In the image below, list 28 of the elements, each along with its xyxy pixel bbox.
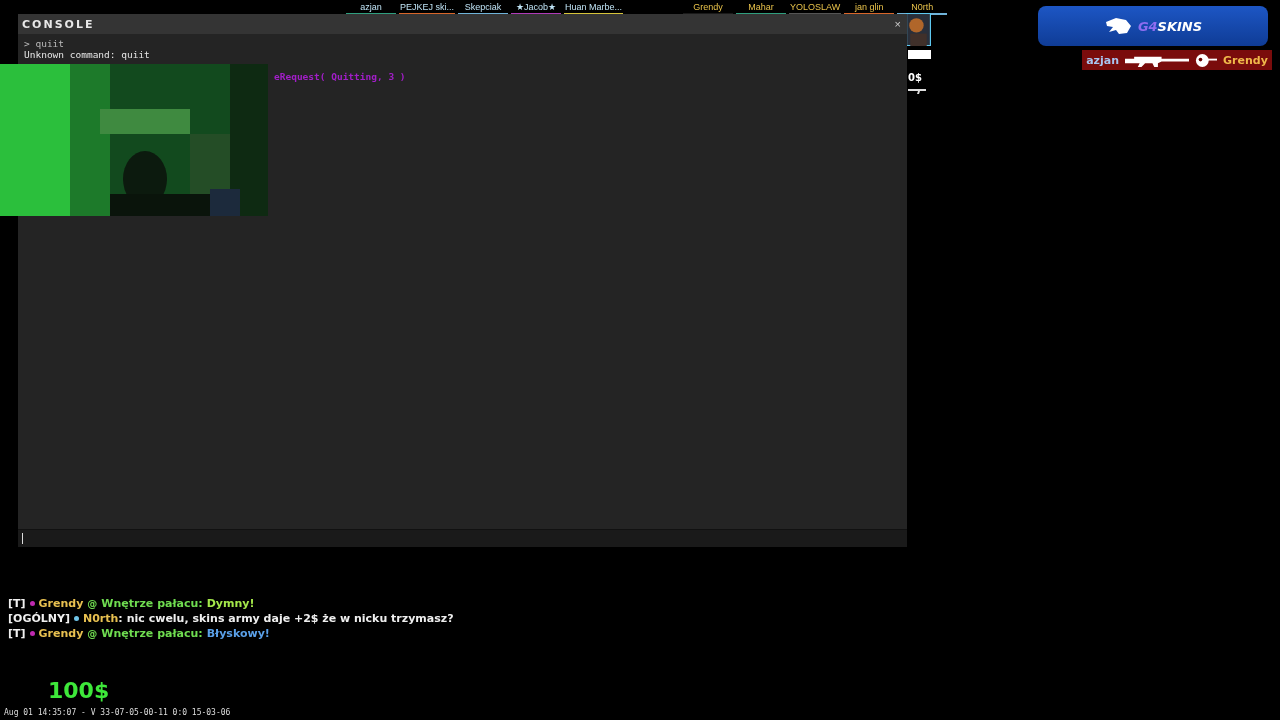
at-sign: @: [87, 627, 98, 641]
health-bar: [908, 50, 931, 59]
window-title: CONSOLE: [22, 17, 95, 31]
chat-channel: [T]: [8, 596, 26, 611]
player-name: Grendy: [38, 596, 84, 611]
panther-logo-icon: [1103, 16, 1132, 36]
money-amount: 100$: [48, 678, 110, 703]
money-amount: 0$: [908, 72, 922, 83]
location-name: Wnętrze pałacu:: [101, 626, 203, 641]
brand-logo: G4SKINS: [1137, 18, 1203, 34]
console-line: eRequest( Quitting, 3 ): [274, 71, 407, 82]
chat-message: nic cwelu, skins army daje +2$ że w nicku trzymasz?: [126, 611, 454, 626]
victim-name: Grendy: [1223, 53, 1268, 67]
command-input[interactable]: [18, 529, 907, 547]
close-button[interactable]: ×: [892, 18, 903, 30]
chat-message: Dymny!: [206, 596, 255, 611]
player-name: Grendy: [38, 626, 84, 641]
chat-message: Błyskowy!: [206, 626, 270, 641]
chat-channel: [OGÓLNY]: [8, 611, 70, 626]
chat-colon: :: [118, 611, 123, 626]
attacker-name: azjan: [1086, 53, 1120, 67]
chat-channel: [T]: [8, 626, 26, 641]
at-sign: @: [87, 597, 98, 611]
console-line: Unknown command: quiit: [24, 49, 151, 60]
player-name: N0rth: [82, 611, 119, 626]
console-line: > quiit: [24, 38, 66, 49]
build-info: Aug 01 14:35:07 - V 33-07-05-00-11 0:0 15-03-06: [4, 708, 231, 718]
location-name: Wnętrze pałacu:: [101, 596, 203, 611]
